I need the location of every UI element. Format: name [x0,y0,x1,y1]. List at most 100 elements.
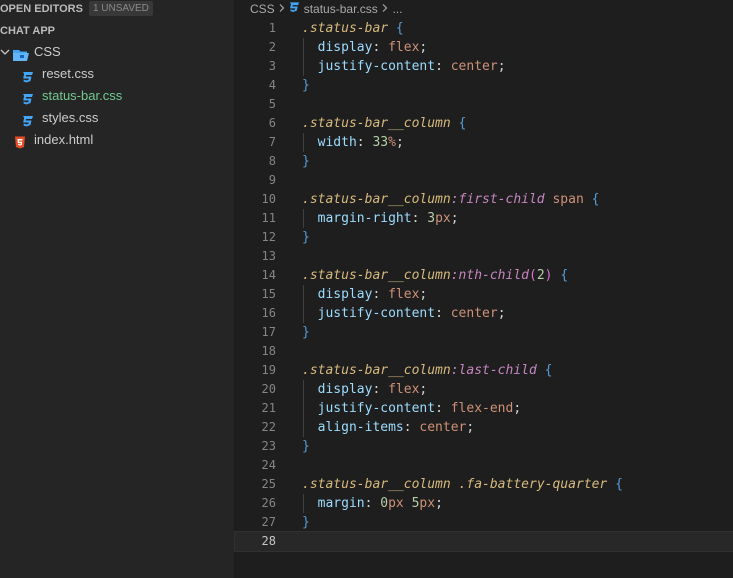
code-token: ; [419,40,428,55]
code-line[interactable]: 3 justify-content: center; [235,57,733,76]
tree-file-status-bar-css[interactable]: status-bar.css [0,85,233,107]
code-line[interactable]: 1 .status-bar { [235,19,733,38]
code-line[interactable]: 28 [234,531,733,552]
line-number: 22 [261,420,276,434]
code-token: :last-child [450,363,537,378]
line-number: 21 [261,401,276,415]
code-line[interactable]: 9 [235,171,733,190]
line-number: 24 [261,458,276,472]
code-token: % [388,135,396,150]
editor-area: CSS status-bar.css ... 1 .status-bar {2 d… [234,0,733,578]
code-line[interactable]: 20 display: flex; [235,380,733,399]
code-token: span [552,192,584,207]
code-line[interactable]: 27} [235,513,733,532]
code-token: flex [388,382,420,397]
line-number: 5 [268,97,276,111]
code-token: { [560,268,569,283]
code-text: } [302,437,310,456]
tree-file-styles-css[interactable]: styles.css [0,107,233,129]
code-line[interactable]: 12} [235,228,733,247]
code-token: : [356,135,373,150]
code-line[interactable]: 17} [235,323,733,342]
code-line[interactable]: 10 .status-bar__column:first-child span { [235,190,733,209]
code-text: display: flex; [302,380,428,399]
line-number: 10 [261,192,276,206]
code-token: center [450,306,498,321]
code-token: justify-content [302,306,436,321]
code-line[interactable]: 22 align-items: center; [235,418,733,437]
code-line[interactable]: 21 justify-content: flex-end; [235,399,733,418]
code-token: 2 [536,268,545,283]
code-token: width [302,135,357,150]
code-line[interactable]: 8} [235,152,733,171]
code-line[interactable]: 24 [235,456,733,475]
code-line[interactable]: 26 margin: 0px 5px; [235,494,733,513]
code-token: } [302,154,310,169]
code-editor[interactable]: 1 .status-bar {2 display: flex; 3 justify-… [234,18,733,578]
code-text: width: 33%; [302,133,404,152]
tree-label: CSS [34,44,61,59]
code-line[interactable]: 13 [235,247,733,266]
code-text: } [302,323,310,342]
code-line[interactable]: 16 justify-content: center; [235,304,733,323]
line-number: 28 [261,534,276,548]
breadcrumb-more[interactable]: ... [392,2,402,16]
project-header[interactable]: CHAT APP [0,22,55,40]
code-line[interactable]: 15 display: flex; [235,285,733,304]
code-token: px [419,496,436,511]
code-text: } [302,513,310,532]
code-text: margin: 0px 5px; [302,494,443,513]
css3-icon [289,2,300,16]
line-number: 25 [261,477,276,491]
code-text: .status-bar__column:last-child { [302,361,552,380]
open-editors-header[interactable]: OPEN EDITORS 1 UNSAVED [0,0,153,18]
css3-icon [22,90,36,105]
code-token: display [302,40,373,55]
code-token: px [435,211,451,226]
code-line[interactable]: 4} [235,76,733,95]
code-line[interactable]: 14 .status-bar__column:nth-child(2) { [235,266,733,285]
code-token: ; [497,59,506,74]
indent-guide [303,209,304,228]
code-text: margin-right: 3px; [302,209,459,228]
code-line[interactable]: 23} [235,437,733,456]
code-line[interactable]: 6 .status-bar__column { [235,114,733,133]
code-token: display [302,287,373,302]
code-token: } [302,78,310,93]
indent-guide [303,133,304,152]
tree-folder-css[interactable]: CSS [0,41,233,63]
code-token: { [591,192,600,207]
code-token: :nth-child [450,268,529,283]
code-token: ; [450,211,459,226]
code-line[interactable]: 7 width: 33%; [235,133,733,152]
code-line[interactable]: 25 .status-bar__column .fa-battery-quarte… [235,475,733,494]
line-number: 11 [261,211,276,225]
code-token: flex [388,287,420,302]
breadcrumb-file[interactable]: status-bar.css [304,2,378,16]
tree-file-index-html[interactable]: index.html [0,129,233,151]
chevron-right-icon [381,2,389,16]
code-token: } [302,325,310,340]
code-token: } [302,439,310,454]
css3-icon [22,112,36,127]
code-token: : [435,59,451,74]
code-text: align-items: center; [302,418,475,437]
code-token: .status-bar__column [302,192,451,207]
folder-open-icon [13,46,29,61]
code-line[interactable]: 18 [235,342,733,361]
code-token: flex-end [450,401,514,416]
code-text: display: flex; [302,285,428,304]
code-line[interactable]: 19 .status-bar__column:last-child { [235,361,733,380]
breadcrumb-folder[interactable]: CSS [250,2,275,16]
code-line[interactable]: 2 display: flex; [235,38,733,57]
code-line[interactable]: 5 [235,95,733,114]
tree-file-reset-css[interactable]: reset.css [0,63,233,85]
code-line[interactable]: 11 margin-right: 3px; [235,209,733,228]
project-title: CHAT APP [0,25,55,37]
code-token: .status-bar__column [302,116,451,131]
code-text: justify-content: flex-end; [302,399,522,418]
